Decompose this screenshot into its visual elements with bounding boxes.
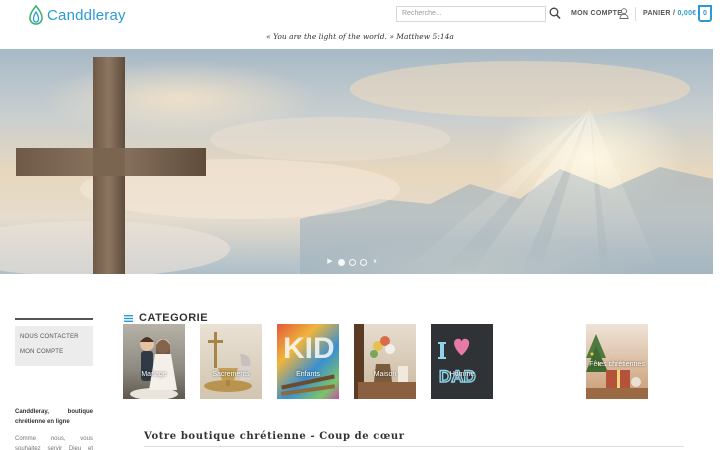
cart-link[interactable]: PANIER / 0,00€ xyxy=(643,10,697,17)
hero-image xyxy=(0,57,713,274)
search-icon[interactable] xyxy=(549,7,561,20)
pause-icon[interactable]: ⏸ xyxy=(371,258,379,266)
category-label: Enfants xyxy=(296,371,320,378)
cart-label: PANIER / xyxy=(643,10,676,17)
category-label: Homme xyxy=(449,371,475,378)
flower-vase-image xyxy=(354,324,416,399)
wedding-figures-image xyxy=(130,337,178,399)
user-icon[interactable] xyxy=(619,8,629,19)
slider-controls: ▶ ⏸ xyxy=(326,257,379,267)
play-icon[interactable]: ▶ xyxy=(326,258,334,266)
chalkboard-dad-image: DAD xyxy=(438,338,477,387)
category-tile-mariage[interactable]: Mariage xyxy=(123,324,185,399)
site-header: Canddleray Recherche... MON COMPTE PANIE… xyxy=(0,0,720,30)
chalice-image xyxy=(204,332,252,392)
brand-logo[interactable]: Canddleray xyxy=(28,3,126,25)
cart-amount: 0,00€ xyxy=(677,10,697,17)
category-heading: CATEGORIE xyxy=(124,312,208,324)
section-divider xyxy=(144,446,684,447)
brand-name: Canddleray xyxy=(47,7,126,24)
sidebar-link-contact[interactable]: NOUS CONTACTER xyxy=(20,334,79,340)
sidebar-divider xyxy=(15,318,93,320)
menu-icon xyxy=(124,314,133,322)
category-tile-homme[interactable]: DAD Homme xyxy=(431,324,493,399)
paint-kid-image: KID xyxy=(280,332,336,396)
sidebar-about-text: Comme nous, vous souhaitez servir Dieu e… xyxy=(15,436,93,450)
sidebar-link-account[interactable]: MON COMPTE xyxy=(20,349,63,355)
category-label: Sacrements xyxy=(212,371,250,378)
search-input[interactable]: Recherche... xyxy=(396,6,546,22)
category-title: CATEGORIE xyxy=(139,312,209,324)
category-tile-maison[interactable]: Maison xyxy=(354,324,416,399)
account-link[interactable]: MON COMPTE xyxy=(571,10,622,17)
header-divider xyxy=(635,7,636,21)
cart-count-badge[interactable]: 0 xyxy=(698,5,712,22)
category-label: Maison xyxy=(373,371,397,378)
slide-dot-1[interactable] xyxy=(338,258,345,266)
section-title: Votre boutique chrétienne - Coup de cœur xyxy=(144,431,405,442)
hero-slider[interactable] xyxy=(0,49,713,274)
svg-text:KID: KID xyxy=(283,332,335,365)
sidebar-menu xyxy=(15,326,93,366)
category-tile-enfants[interactable]: KID Enfants xyxy=(277,324,339,399)
category-label: Fêtes chrétiennes xyxy=(589,361,645,368)
category-tile-fetes[interactable]: Fêtes chrétiennes xyxy=(586,324,648,399)
slide-dot-2[interactable] xyxy=(349,258,356,266)
sidebar-about-title: Canddleray, boutique chrétienne en ligne xyxy=(15,409,93,425)
category-label: Mariage xyxy=(141,371,167,378)
logo-icon xyxy=(29,5,43,25)
slide-dot-3[interactable] xyxy=(360,258,367,266)
header-quote: « You are the light of the world. » Matt… xyxy=(266,32,454,41)
category-tile-sacrements[interactable]: Sacrements xyxy=(200,324,262,399)
